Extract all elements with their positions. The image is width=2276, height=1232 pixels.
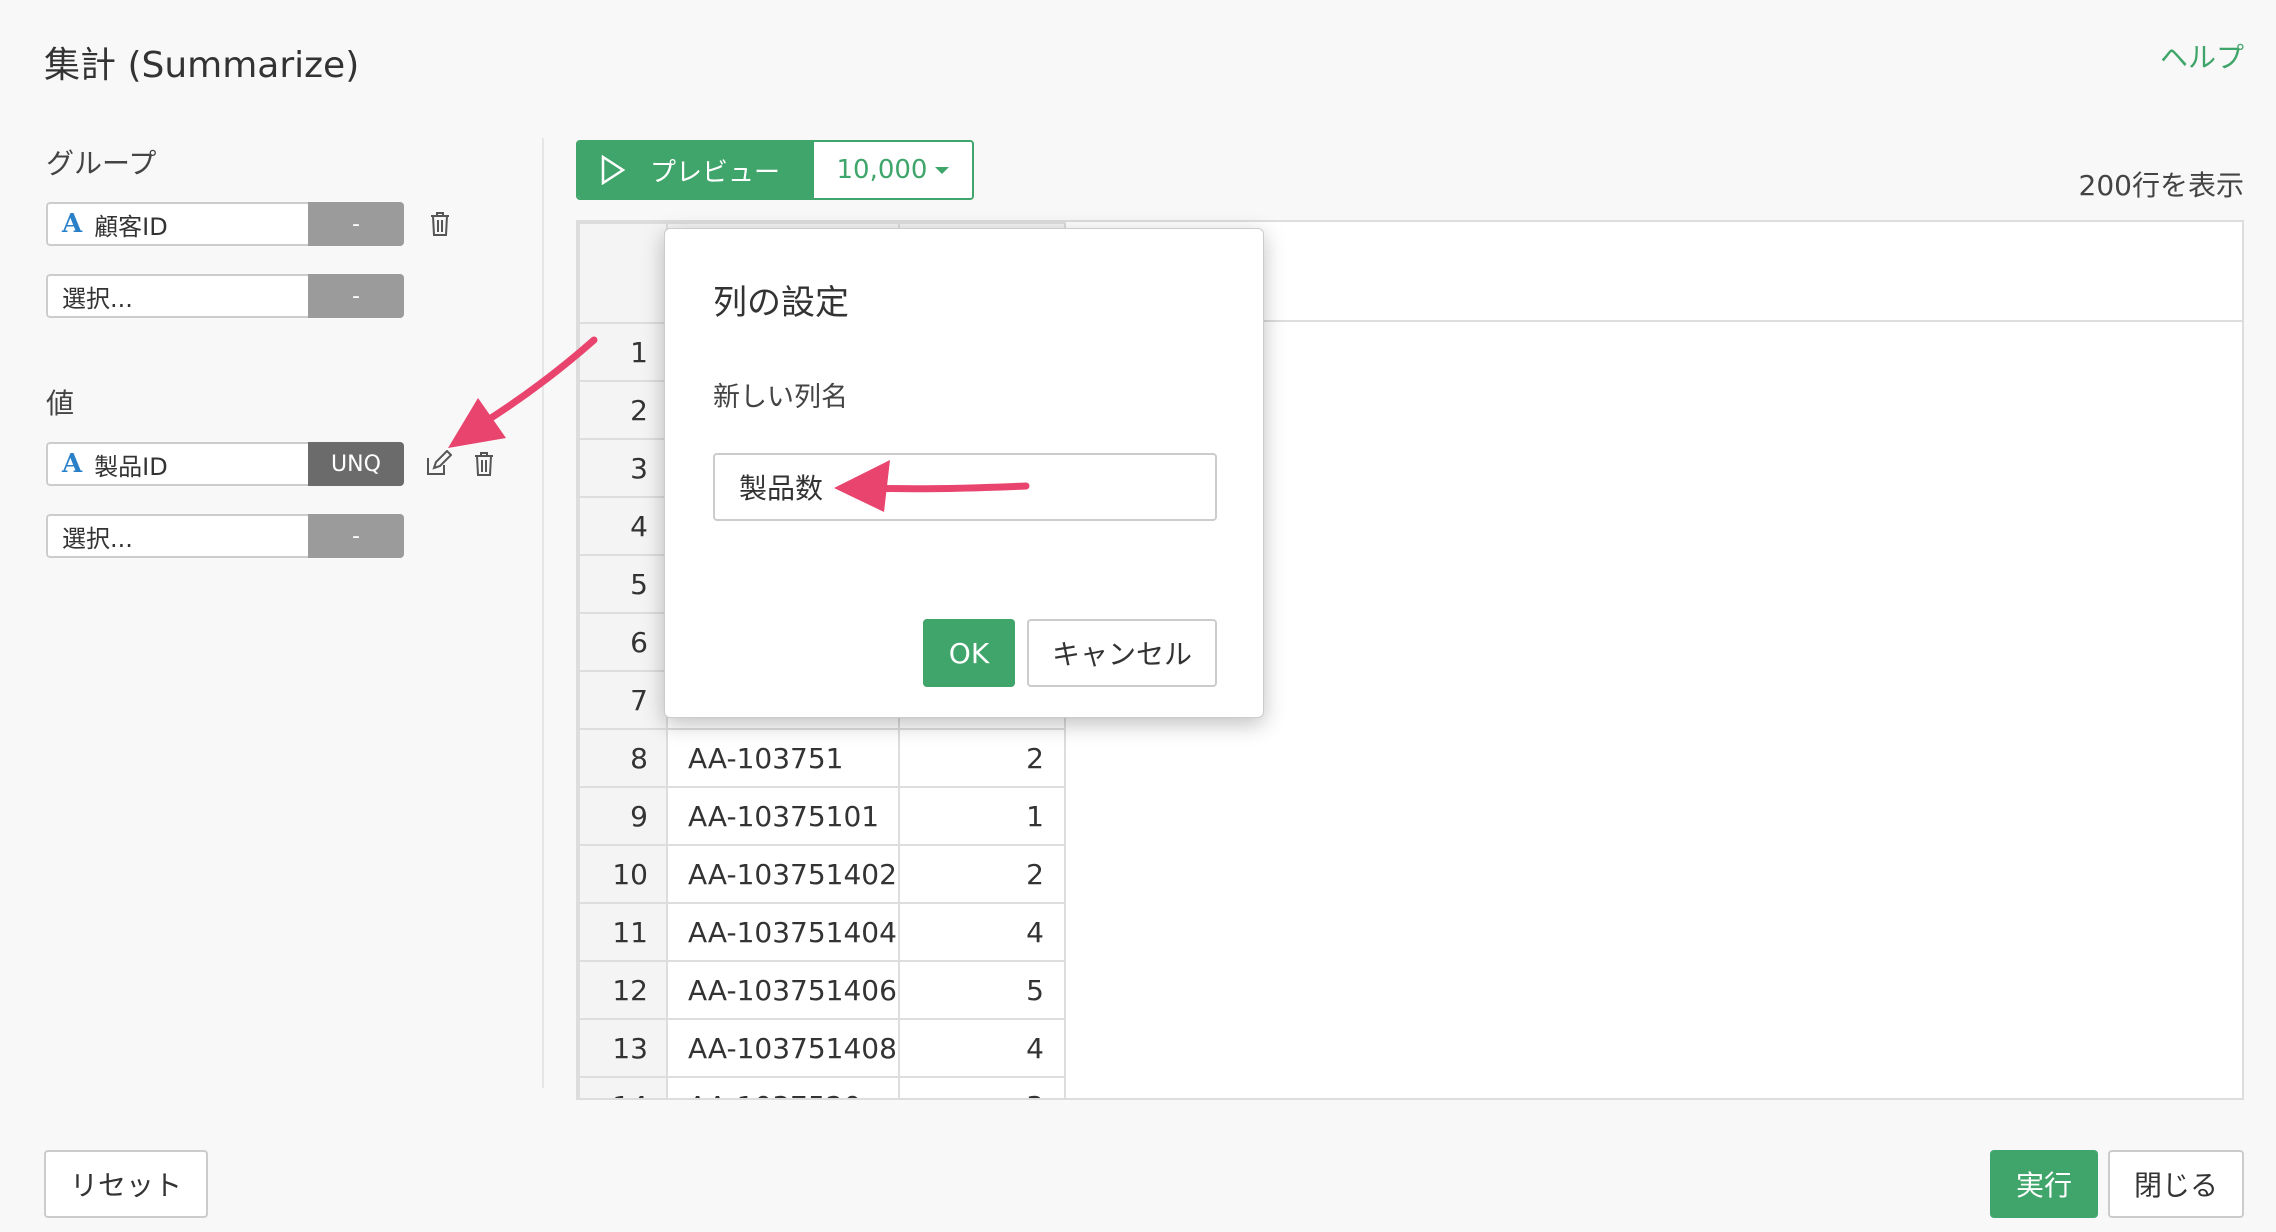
dialog-title: 列の設定 (713, 283, 849, 323)
value-column-select-empty[interactable]: 選択... - (46, 514, 404, 558)
page-title: 集計 (Summarize) (44, 45, 360, 86)
row-index: 11 (578, 902, 668, 962)
cell-value: 2 (898, 728, 1066, 788)
cell-id: AA-103751404 (666, 902, 900, 962)
row-index: 10 (578, 844, 668, 904)
row-index: 8 (578, 728, 668, 788)
header-cell-index (578, 222, 668, 324)
value-aggregation-dropdown-empty[interactable]: - (308, 514, 404, 558)
table-row: 14AA-10375203 (578, 1076, 1066, 1098)
row-index: 2 (578, 380, 668, 440)
cell-id: AA-1037520 (666, 1076, 900, 1098)
string-type-icon: A (62, 209, 83, 239)
group-column-name: 顧客ID (94, 212, 168, 241)
group-select-field[interactable]: 選択... (46, 274, 308, 318)
row-index: 14 (578, 1076, 668, 1098)
reset-button[interactable]: リセット (44, 1150, 208, 1218)
group-aggregation-dropdown-empty[interactable]: - (308, 274, 404, 318)
cell-value: 4 (898, 902, 1066, 962)
run-button[interactable]: 実行 (1990, 1150, 2098, 1218)
row-index: 9 (578, 786, 668, 846)
value-column-name-field[interactable]: A 製品ID (46, 442, 308, 486)
row-index: 3 (578, 438, 668, 498)
play-icon (601, 155, 626, 185)
cell-value: 2 (898, 844, 1066, 904)
row-index: 6 (578, 612, 668, 672)
trash-icon[interactable] (422, 204, 458, 244)
preview-button-label: プレビュー (650, 157, 781, 188)
table-row: 9 AA-10375101 1 (578, 786, 1066, 846)
preview-button[interactable]: プレビュー (578, 142, 814, 198)
row-count-text: 200行を表示 (2078, 169, 2244, 202)
cell-id: AA-103751408 (666, 1018, 900, 1078)
cell-id: AA-103751 (666, 728, 900, 788)
value-column-name: 製品ID (94, 452, 168, 481)
trash-icon[interactable] (466, 444, 502, 484)
string-type-icon: A (62, 449, 83, 479)
caret-down-icon (935, 166, 950, 174)
preview-control[interactable]: プレビュー 10,000 (576, 140, 974, 200)
new-column-name-input[interactable] (713, 453, 1217, 521)
panel-divider (542, 138, 544, 1088)
new-column-name-label: 新しい列名 (713, 382, 848, 413)
table-row: 8 AA-103751 2 (578, 728, 1066, 788)
row-index: 12 (578, 960, 668, 1020)
cell-id: AA-103751406 (666, 960, 900, 1020)
group-section-label: グループ (46, 147, 157, 180)
cell-id: AA-103751402 (666, 844, 900, 904)
row-index: 7 (578, 670, 668, 730)
close-button[interactable]: 閉じる (2108, 1150, 2244, 1218)
row-index: 1 (578, 322, 668, 382)
cell-value: 4 (898, 1018, 1066, 1078)
cell-value: 3 (898, 1076, 1066, 1098)
values-section-label: 値 (46, 387, 75, 420)
cancel-button[interactable]: キャンセル (1027, 619, 1217, 687)
cell-id: AA-10375101 (666, 786, 900, 846)
cell-value: 5 (898, 960, 1066, 1020)
row-index: 4 (578, 496, 668, 556)
row-index: 13 (578, 1018, 668, 1078)
group-column-select-empty[interactable]: 選択... - (46, 274, 404, 318)
value-select-field[interactable]: 選択... (46, 514, 308, 558)
ok-button[interactable]: OK (923, 619, 1015, 687)
table-row: 12 AA-103751406 5 (578, 960, 1066, 1020)
table-row: 11 AA-103751404 4 (578, 902, 1066, 962)
column-settings-dialog: 列の設定 新しい列名 OK キャンセル (664, 228, 1264, 718)
group-column-name-field[interactable]: A 顧客ID (46, 202, 308, 246)
value-column-select[interactable]: A 製品ID UNQ (46, 442, 404, 486)
row-limit-value: 10,000 (836, 155, 928, 185)
value-aggregation-dropdown[interactable]: UNQ (308, 442, 404, 486)
table-row: 10 AA-103751402 2 (578, 844, 1066, 904)
group-aggregation-dropdown[interactable]: - (308, 202, 404, 246)
help-link[interactable]: ヘルプ (2160, 36, 2244, 76)
edit-icon[interactable] (420, 444, 456, 484)
group-column-select[interactable]: A 顧客ID - (46, 202, 404, 246)
cell-value: 1 (898, 786, 1066, 846)
table-row: 13 AA-103751408 4 (578, 1018, 1066, 1078)
row-limit-dropdown[interactable]: 10,000 (814, 142, 972, 198)
row-index: 5 (578, 554, 668, 614)
